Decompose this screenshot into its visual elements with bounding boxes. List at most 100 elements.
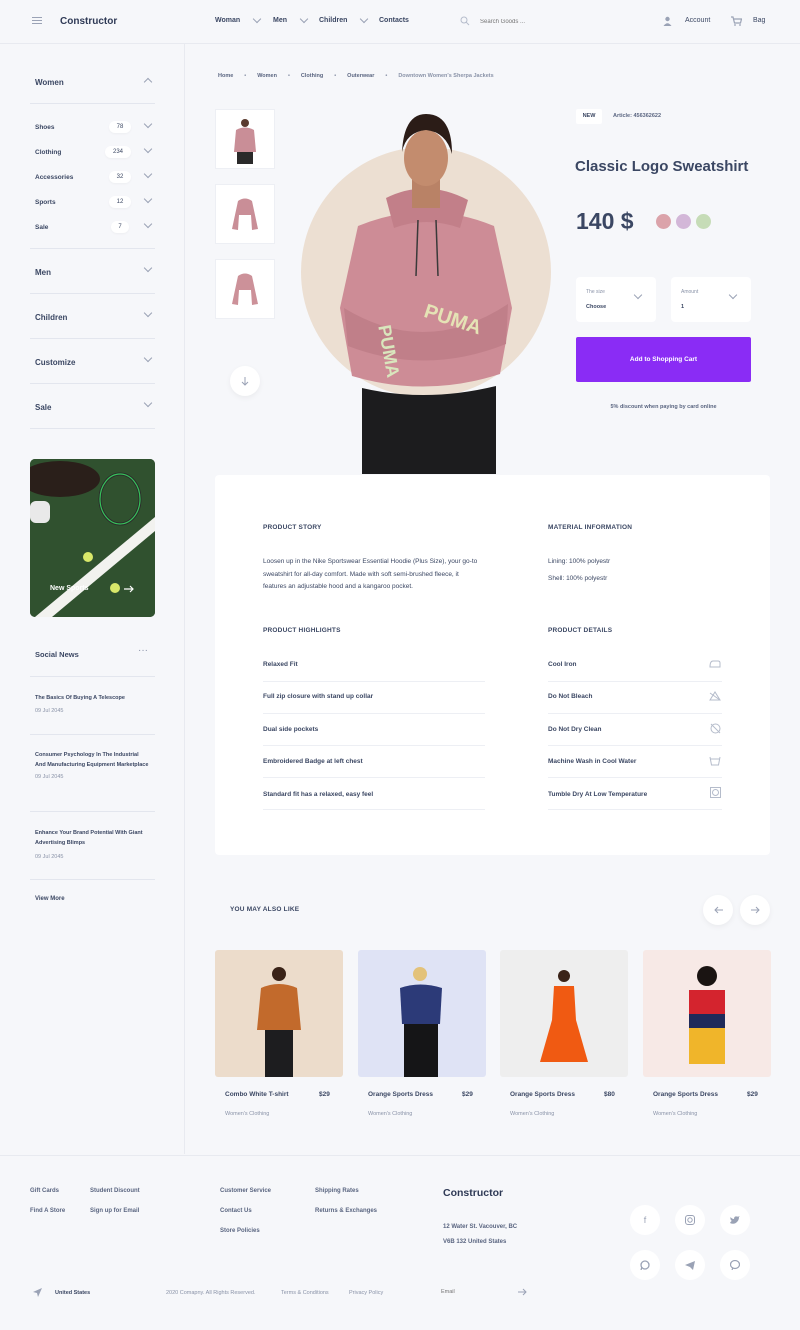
sidebar-group-children[interactable]: Children — [35, 313, 67, 322]
category-count: 7 — [111, 221, 129, 233]
color-swatch[interactable] — [676, 214, 691, 229]
product-card-image — [500, 950, 628, 1077]
sidebar-group-men[interactable]: Men — [35, 268, 51, 277]
product-card[interactable]: Combo White T-shirt $29 Women's Clothing — [215, 950, 343, 1117]
breadcrumb-separator: • — [334, 73, 337, 79]
facebook-icon[interactable]: f — [630, 1205, 660, 1235]
sidebar-women-title[interactable]: Women — [35, 78, 64, 87]
detail-item: Do Not Dry Clean — [548, 726, 602, 733]
product-price: 140 $ — [576, 208, 634, 234]
chevron-down-icon[interactable] — [143, 353, 153, 363]
privacy-link[interactable]: Privacy Policy — [349, 1290, 383, 1296]
nav-label: Children — [319, 17, 348, 24]
sidebar-group-customize[interactable]: Customize — [35, 358, 75, 367]
nav-label: Woman — [215, 17, 241, 24]
product-card-name: Orange Sports Dress — [653, 1091, 719, 1098]
nav-contacts[interactable]: Contacts — [379, 17, 409, 24]
footer-link[interactable]: Shipping Rates — [315, 1188, 359, 1194]
color-swatch[interactable] — [696, 214, 711, 229]
view-more-link[interactable]: View More — [35, 896, 65, 902]
size-select[interactable]: The size Choose — [576, 277, 656, 322]
product-card-category: Women's Clothing — [510, 1111, 555, 1117]
breadcrumb-separator: • — [385, 73, 388, 79]
chevron-down-icon — [143, 194, 153, 204]
prev-button[interactable] — [703, 895, 733, 925]
divider — [30, 428, 155, 429]
scroll-down-button[interactable] — [230, 366, 260, 396]
category-shoes[interactable]: Shoes 78 — [35, 119, 153, 133]
logo[interactable]: Constructor — [60, 16, 117, 27]
product-card[interactable]: Orange Sports Dress $29 Women's Clothing — [643, 950, 771, 1117]
category-accessories[interactable]: Accessories 32 — [35, 169, 153, 183]
twitter-icon[interactable] — [720, 1205, 750, 1235]
story-line: features an adjustable hood and a kangar… — [263, 583, 413, 590]
breadcrumb-clothing[interactable]: Clothing — [301, 73, 323, 79]
nav-men[interactable]: Men — [273, 14, 309, 24]
product-thumbnail[interactable] — [215, 109, 275, 169]
telegram-icon[interactable] — [675, 1250, 705, 1280]
account-link[interactable]: Account — [685, 17, 710, 24]
product-card[interactable]: Orange Sports Dress $29 Women's Clothing — [358, 950, 486, 1117]
submit-arrow-icon[interactable] — [518, 1288, 527, 1296]
add-to-cart-button[interactable]: Add to Shopping Cart — [576, 337, 751, 382]
promo-card[interactable]: New Sports — [30, 459, 155, 617]
highlight-item: Relaxed Fit — [263, 661, 298, 668]
chevron-down-icon[interactable] — [143, 398, 153, 408]
chevron-down-icon[interactable] — [143, 308, 153, 318]
next-button[interactable] — [740, 895, 770, 925]
chevron-down-icon — [252, 14, 262, 24]
footer-link[interactable]: Sign up for Email — [90, 1208, 139, 1214]
divider — [30, 383, 155, 384]
nav-children[interactable]: Children — [319, 14, 369, 24]
messenger-icon[interactable] — [720, 1250, 750, 1280]
footer-link[interactable]: Find A Store — [30, 1208, 65, 1214]
amount-select[interactable]: Amount 1 — [671, 277, 751, 322]
chevron-down-icon[interactable] — [143, 263, 153, 273]
product-card-price: $80 — [604, 1091, 615, 1098]
footer-link[interactable]: Store Policies — [220, 1228, 260, 1234]
news-item[interactable]: Consumer Psychology In The Industrial An… — [35, 750, 150, 780]
instagram-icon[interactable] — [675, 1205, 705, 1235]
breadcrumb-home[interactable]: Home — [218, 73, 233, 79]
arrow-right-icon — [750, 906, 760, 914]
footer-link[interactable]: Gift Cards — [30, 1188, 59, 1194]
product-thumbnail[interactable] — [215, 259, 275, 319]
footer-link[interactable]: Returns & Exchanges — [315, 1208, 377, 1214]
chevron-down-icon — [728, 290, 738, 300]
tennis-image — [30, 459, 155, 617]
sidebar-group-sale[interactable]: Sale — [35, 403, 51, 412]
chevron-down-icon — [143, 169, 153, 179]
sidebar-divider — [184, 44, 185, 1154]
country-selector[interactable]: United States — [55, 1290, 90, 1296]
category-label: Clothing — [35, 149, 62, 156]
chevron-up-icon[interactable] — [143, 77, 153, 87]
email-input[interactable] — [441, 1286, 511, 1298]
footer-link[interactable]: Student Discount — [90, 1188, 140, 1194]
bag-link[interactable]: Bag — [753, 17, 765, 24]
product-card-image — [215, 950, 343, 1077]
menu-icon[interactable] — [32, 17, 42, 25]
product-thumbnail[interactable] — [215, 184, 275, 244]
breadcrumb-outerwear[interactable]: Outerwear — [347, 73, 374, 79]
category-sale[interactable]: Sale 7 — [35, 219, 153, 233]
divider — [30, 879, 155, 880]
news-item[interactable]: The Basics Of Buying A Telescope 09 Jul … — [35, 693, 150, 714]
amount-label: Amount — [681, 289, 699, 295]
footer-link[interactable]: Contact Us — [220, 1208, 252, 1214]
whatsapp-icon[interactable] — [630, 1250, 660, 1280]
color-swatch[interactable] — [656, 214, 671, 229]
footer-link[interactable]: Customer Service — [220, 1188, 271, 1194]
category-clothing[interactable]: Clothing 234 — [35, 144, 153, 158]
search-input[interactable] — [480, 15, 570, 29]
breadcrumb-women[interactable]: Women — [257, 73, 277, 79]
highlight-item: Standard fit has a relaxed, easy feel — [263, 791, 374, 798]
nav-woman[interactable]: Woman — [215, 14, 262, 24]
product-card[interactable]: Orange Sports Dress $80 Women's Clothing — [500, 950, 628, 1117]
category-sports[interactable]: Sports 12 — [35, 194, 153, 208]
product-card-name: Orange Sports Dress — [368, 1091, 434, 1098]
news-item[interactable]: Enhance Your Brand Potential With Giant … — [35, 828, 150, 860]
more-icon[interactable]: ··· — [138, 645, 148, 656]
detail-item: Tumble Dry At Low Temperature — [548, 791, 648, 798]
footer-address: 12 Water St. Vacouver, BC — [443, 1224, 518, 1230]
terms-link[interactable]: Terms & Conditions — [281, 1290, 329, 1296]
